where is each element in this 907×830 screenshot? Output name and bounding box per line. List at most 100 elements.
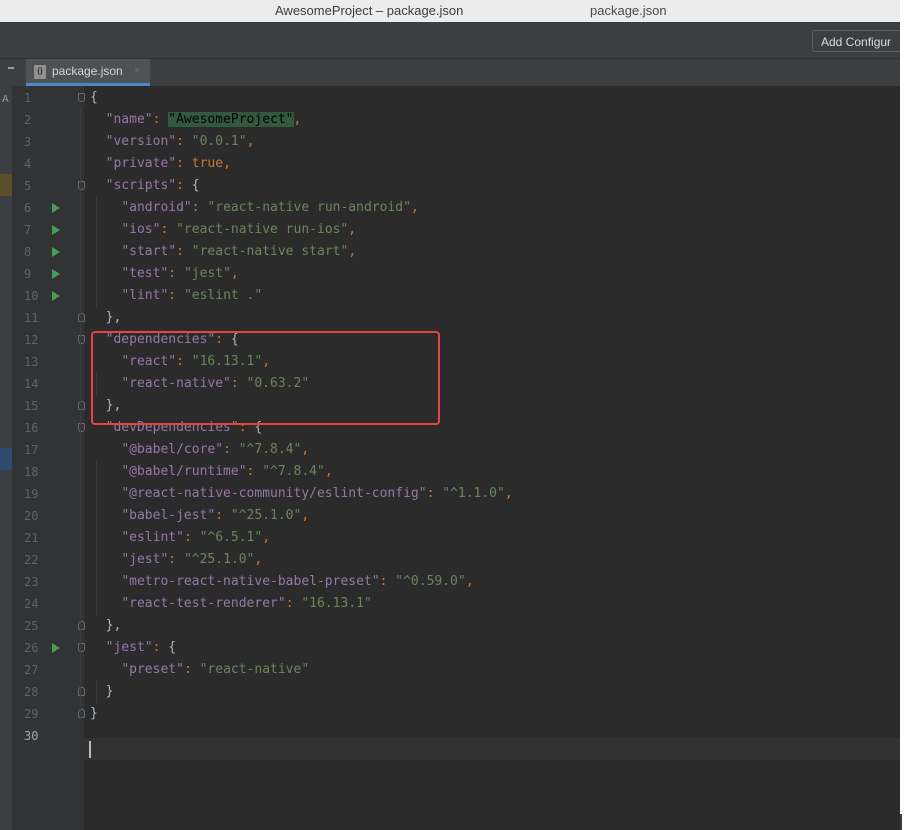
code-line: 7 "ios": "react-native run-ios",	[0, 219, 900, 241]
add-configuration-button[interactable]: Add Configur	[812, 30, 900, 52]
code-text: },	[90, 615, 122, 637]
code-text: "name": "AwesomeProject",	[90, 109, 301, 131]
code-token: "babel-jest"	[121, 508, 216, 523]
line-number: 30	[24, 729, 39, 743]
code-text: "private": true,	[90, 153, 231, 175]
code-line: 25 },	[0, 615, 900, 637]
code-token: ,	[293, 112, 302, 127]
code-token: "@react-native-community/eslint-config"	[121, 486, 427, 501]
code-text: "@babel/core": "^7.8.4",	[90, 439, 309, 461]
code-token: :	[176, 178, 192, 193]
code-token: :	[223, 442, 239, 457]
code-token: ,	[262, 530, 271, 545]
line-number: 14	[24, 377, 39, 391]
code-line: 6 "android": "react-native run-android",	[0, 197, 900, 219]
code-token: :	[183, 662, 200, 677]
code-token: :	[152, 112, 169, 127]
run-icon[interactable]	[52, 203, 60, 213]
code-line: 4 "private": true,	[0, 153, 900, 175]
code-token: {	[90, 90, 98, 105]
line-number: 6	[24, 201, 32, 215]
tab-scroll-marker	[8, 67, 14, 69]
code-token: ,	[348, 244, 357, 259]
code-token: : true,	[176, 156, 231, 171]
code-token: "private"	[105, 156, 177, 171]
code-text: "preset": "react-native"	[90, 659, 309, 681]
code-text: "babel-jest": "^25.1.0",	[90, 505, 309, 527]
code-line: 9 "test": "jest",	[0, 263, 900, 285]
text-caret	[89, 741, 91, 758]
line-number: 18	[24, 465, 39, 479]
code-token: {	[191, 178, 200, 193]
code-line: 22 "jest": "^25.1.0",	[0, 549, 900, 571]
code-token: "preset"	[121, 662, 184, 677]
code-token: "0.0.1"	[191, 134, 247, 149]
code-text: "android": "react-native run-android",	[90, 197, 418, 219]
code-token: ,	[301, 442, 310, 457]
code-token: :	[176, 134, 192, 149]
run-icon[interactable]	[52, 269, 60, 279]
code-text: "jest": "^25.1.0",	[90, 549, 262, 571]
code-line: 26 "jest": {	[0, 637, 900, 659]
code-token: }	[90, 706, 98, 721]
code-line: 24 "react-test-renderer": "16.13.1"	[0, 593, 900, 615]
code-text: "metro-react-native-babel-preset": "^0.5…	[90, 571, 473, 593]
line-number: 25	[24, 619, 39, 633]
code-token: "^1.1.0"	[442, 486, 505, 501]
code-token: {	[168, 640, 177, 655]
code-line: 8 "start": "react-native start",	[0, 241, 900, 263]
code-token: "AwesomeProject"	[168, 112, 294, 127]
close-icon[interactable]: ×	[134, 59, 140, 84]
code-token: "eslint"	[121, 530, 184, 545]
code-token: :	[152, 640, 169, 655]
tab-package-json[interactable]: {} package.json ×	[26, 59, 150, 86]
code-text: "@babel/runtime": "^7.8.4",	[90, 461, 332, 483]
line-number: 19	[24, 487, 39, 501]
code-token: ,	[230, 266, 239, 281]
code-token: :	[285, 596, 302, 611]
run-icon[interactable]	[52, 291, 60, 301]
run-icon[interactable]	[52, 643, 60, 653]
code-token: "jest"	[105, 640, 153, 655]
code-token: :	[191, 200, 208, 215]
fold-icon[interactable]	[78, 93, 85, 102]
code-token: :	[379, 574, 396, 589]
run-icon[interactable]	[52, 225, 60, 235]
line-number: 9	[24, 267, 32, 281]
code-token: "metro-react-native-babel-preset"	[121, 574, 380, 589]
tab-label: package.json	[52, 64, 123, 78]
code-token: "eslint ."	[183, 288, 263, 303]
code-token: :	[168, 266, 184, 281]
code-token: "^7.8.4"	[238, 442, 302, 457]
code-text: "lint": "eslint ."	[90, 285, 262, 307]
code-token: "@babel/runtime"	[121, 464, 247, 479]
code-token: "android"	[121, 200, 192, 215]
code-token: :	[246, 464, 263, 479]
code-line: 10 "lint": "eslint ."	[0, 285, 900, 307]
code-line: 19 "@react-native-community/eslint-confi…	[0, 483, 900, 505]
code-token: },	[90, 310, 122, 325]
code-text: "ios": "react-native run-ios",	[90, 219, 356, 241]
code-text: {	[90, 87, 98, 109]
line-number: 15	[24, 399, 39, 413]
window-title-right: package.json	[590, 3, 667, 18]
window-title: AwesomeProject – package.json	[275, 3, 464, 18]
code-line: 18 "@babel/runtime": "^7.8.4",	[0, 461, 900, 483]
code-token: "react-native run-android"	[207, 200, 411, 215]
run-icon[interactable]	[52, 247, 60, 257]
code-line: 1{	[0, 87, 900, 109]
code-token: "react-native"	[199, 662, 310, 677]
line-number: 1	[24, 91, 32, 105]
code-text: },	[90, 307, 122, 329]
